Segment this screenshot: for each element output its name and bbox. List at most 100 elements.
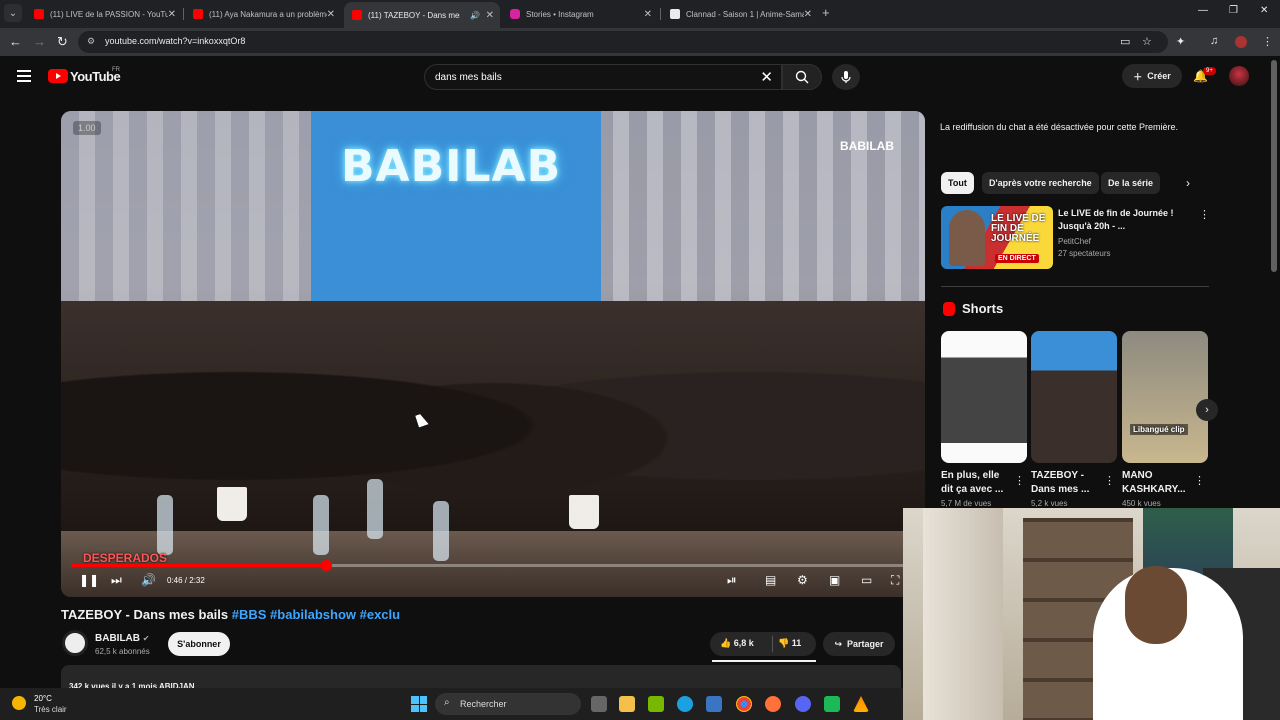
firefox-icon[interactable] (765, 696, 781, 712)
short-views: 5,2 k vues (1031, 499, 1068, 508)
tab-live-passion[interactable]: (11) LIVE de la PASSION - YouTube ✕ (26, 4, 182, 24)
speed-badge: 1.00 (73, 121, 101, 135)
bookmark-star-icon[interactable]: ☆ (1142, 35, 1152, 48)
url-text[interactable]: youtube.com/watch?v=inkoxxqtOr8 (105, 36, 245, 46)
short-title[interactable]: TAZEBOY - Dans mes ... (1031, 469, 1101, 497)
chrome-icon[interactable] (736, 696, 752, 712)
cast-icon[interactable]: ▭ (1120, 35, 1130, 48)
more-options-icon[interactable]: ⋮ (1194, 474, 1205, 487)
discord-icon[interactable] (795, 696, 811, 712)
reload-icon[interactable]: ↻ (57, 34, 68, 50)
subscribe-button[interactable]: S'abonner (168, 632, 230, 656)
tab-title: (11) LIVE de la PASSION - YouTube (50, 9, 168, 19)
site-info-icon[interactable]: ⚙ (87, 36, 95, 47)
live-channel-name[interactable]: PetitChef (1058, 236, 1110, 248)
live-video-thumbnail[interactable]: LE LIVE DE FIN DE JOURNÉE EN DIRECT (941, 206, 1053, 269)
browser-tab-bar: ⌄ (11) LIVE de la PASSION - YouTube ✕ (1… (0, 0, 1280, 28)
search-input[interactable]: dans mes bails ✕ (424, 64, 782, 90)
tab-tazeboy[interactable]: (11) TAZEBOY - Dans mes bails 🔊 ✕ (344, 2, 500, 28)
windows-start-icon[interactable] (411, 696, 427, 712)
video-title-text: TAZEBOY - Dans mes bails (61, 607, 229, 622)
new-tab-icon[interactable]: + (822, 5, 830, 20)
more-options-icon[interactable]: ⋮ (1199, 208, 1210, 221)
close-tab-icon[interactable]: ✕ (644, 9, 652, 20)
short-title[interactable]: MANO KASHKARY... (1122, 469, 1192, 497)
like-button[interactable]: 👍 6,8 k (720, 638, 754, 649)
weather-sun-icon[interactable] (12, 696, 26, 710)
chip-all[interactable]: Tout (941, 172, 974, 194)
miniplayer-icon[interactable]: ▣ (829, 573, 840, 587)
settings-gear-icon[interactable]: ⚙ (797, 573, 808, 587)
short-thumbnail[interactable]: Libangué clip (1122, 331, 1208, 463)
live-video-title[interactable]: Le LIVE de fin de Journée ! Jusqu'à 20h … (1058, 207, 1194, 233)
media-control-icon[interactable]: ♫ (1210, 35, 1218, 47)
pause-icon[interactable]: ❚❚ (79, 573, 99, 587)
forward-icon[interactable]: → (33, 34, 46, 49)
chip-series[interactable]: De la série (1101, 172, 1161, 194)
app-icon[interactable] (824, 696, 840, 712)
volume-icon[interactable]: 🔊 (141, 573, 156, 587)
chip-related-search[interactable]: D'après votre recherche (982, 172, 1099, 194)
chevron-right-icon[interactable]: › (1186, 176, 1190, 190)
scrubber-handle[interactable] (320, 560, 332, 571)
close-tab-icon[interactable]: ✕ (486, 10, 494, 21)
account-avatar[interactable] (1229, 66, 1249, 86)
address-bar[interactable]: ⚙ youtube.com/watch?v=inkoxxqtOr8 (78, 31, 1168, 53)
close-tab-icon[interactable]: ✕ (804, 9, 812, 20)
vlc-icon[interactable] (853, 696, 869, 712)
voice-search-button[interactable] (832, 64, 860, 90)
youtube-header: YouTube FR dans mes bails ✕ ＋ Créer 🔔 9+ (0, 56, 1270, 98)
create-button[interactable]: ＋ Créer (1122, 64, 1182, 88)
dislike-button[interactable]: 👎 11 (778, 638, 801, 649)
clear-search-icon[interactable]: ✕ (760, 68, 773, 86)
tab-aya-nakamura[interactable]: (11) Aya Nakamura a un problème ✕ (185, 4, 341, 24)
nvidia-icon[interactable] (648, 696, 664, 712)
short-thumbnail[interactable] (941, 331, 1027, 463)
autoplay-toggle-icon[interactable]: ⏯ (727, 573, 737, 588)
video-player[interactable]: BABILAB 1.00 BABILAB DESPERADOS ❚❚ ⏭ 🔊 0… (61, 111, 925, 597)
page-scrollbar[interactable] (1271, 60, 1277, 272)
subtitles-icon[interactable]: ▤ (765, 573, 776, 587)
close-window-icon[interactable]: ✕ (1260, 5, 1268, 16)
short-thumbnail[interactable] (1031, 331, 1117, 463)
profile-icon[interactable] (1235, 36, 1247, 48)
menu-icon[interactable] (17, 70, 31, 85)
share-button[interactable]: ↪ Partager (823, 632, 895, 656)
search-query[interactable]: dans mes bails (435, 72, 502, 83)
tab-search-icon[interactable]: ⌄ (4, 4, 22, 22)
video-hashtags[interactable]: #BBS #babilabshow #exclu (232, 607, 400, 622)
back-icon[interactable]: ← (9, 34, 22, 49)
instagram-favicon-icon (510, 9, 520, 19)
fullscreen-icon[interactable]: ⛶ (891, 573, 899, 588)
progress-bar[interactable] (71, 560, 915, 571)
file-explorer-icon[interactable] (619, 696, 635, 712)
edge-icon[interactable] (677, 696, 693, 712)
weather-condition[interactable]: Très clair (34, 705, 67, 714)
channel-name[interactable]: BABILAB ✔ (95, 633, 149, 644)
shorts-next-button[interactable]: › (1196, 399, 1218, 421)
next-icon[interactable]: ⏭ (111, 573, 122, 588)
store-icon[interactable] (706, 696, 722, 712)
more-options-icon[interactable]: ⋮ (1104, 474, 1115, 487)
short-title[interactable]: En plus, elle dit ça avec ... (941, 469, 1011, 497)
dislike-count: 11 (791, 638, 802, 648)
country-code: FR (112, 67, 120, 73)
speaker-icon[interactable]: 🔊 (470, 11, 480, 20)
browser-menu-icon[interactable]: ⋮ (1262, 35, 1273, 48)
extensions-icon[interactable]: ✦ (1176, 35, 1185, 48)
theater-mode-icon[interactable]: ▭ (861, 573, 872, 587)
channel-watermark: BABILAB (840, 139, 894, 153)
task-view-icon[interactable] (591, 696, 607, 712)
channel-avatar[interactable] (62, 630, 88, 656)
youtube-logo-icon[interactable] (48, 69, 68, 83)
taskbar-search[interactable]: ⌕ Rechercher (435, 693, 581, 715)
tab-instagram[interactable]: Stories • Instagram ✕ (502, 4, 658, 24)
minimize-icon[interactable]: — (1198, 5, 1208, 16)
tab-clannad[interactable]: Clannad - Saison 1 | Anime-Sama ✕ (662, 4, 818, 24)
close-tab-icon[interactable]: ✕ (168, 9, 176, 20)
more-options-icon[interactable]: ⋮ (1014, 474, 1025, 487)
temperature[interactable]: 20°C (34, 694, 52, 703)
maximize-icon[interactable]: ❐ (1229, 5, 1238, 16)
search-button[interactable] (782, 64, 822, 90)
close-tab-icon[interactable]: ✕ (327, 9, 335, 20)
